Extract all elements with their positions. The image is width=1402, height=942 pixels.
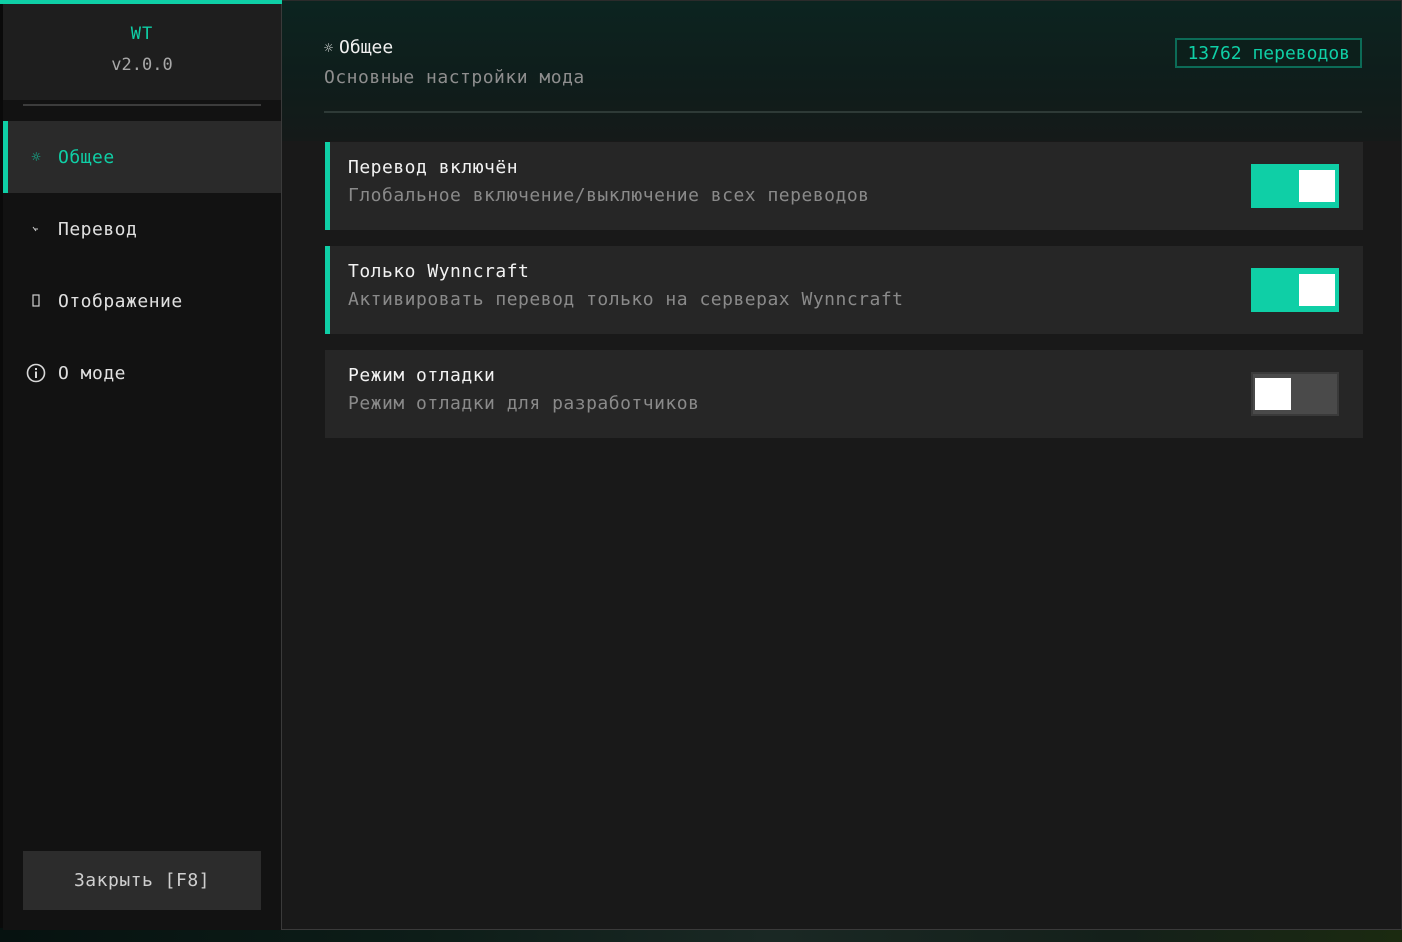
header-divider bbox=[324, 111, 1362, 113]
background-strip bbox=[0, 928, 1402, 942]
setting-description: Глобальное включение/выключение всех пер… bbox=[348, 185, 870, 206]
sidebar-divider bbox=[23, 104, 261, 106]
settings-window: WT v2.0.0 ☼ Общее Перевод Отображение О … bbox=[0, 0, 1402, 930]
debug-mode-toggle[interactable] bbox=[1251, 372, 1339, 416]
setting-wynncraft-only: Только Wynncraft Активировать перевод то… bbox=[325, 246, 1363, 334]
wynncraft-only-toggle[interactable] bbox=[1251, 268, 1339, 312]
translation-count-badge: 13762 переводов bbox=[1175, 38, 1362, 68]
sidebar-top-accent bbox=[0, 0, 282, 4]
gear-icon: ☼ bbox=[31, 148, 41, 166]
setting-description: Режим отладки для разработчиков bbox=[348, 393, 700, 414]
gear-icon: ☼ bbox=[324, 38, 334, 57]
page-subtitle: Основные настройки мода bbox=[324, 67, 585, 88]
enabled-accent bbox=[325, 246, 330, 334]
setting-description: Активировать перевод только на серверах … bbox=[348, 289, 904, 310]
main-panel: ☼ Общее Основные настройки мода 13762 пе… bbox=[282, 0, 1402, 930]
setting-title: Режим отладки bbox=[348, 365, 496, 386]
translate-icon bbox=[25, 218, 47, 240]
active-indicator bbox=[3, 121, 8, 193]
sidebar-item-about[interactable]: О моде bbox=[3, 337, 281, 409]
sidebar-item-label: О моде bbox=[58, 362, 127, 384]
sidebar-item-label: Перевод bbox=[58, 218, 138, 240]
page-header: ☼ Общее Основные настройки мода 13762 пе… bbox=[282, 1, 1401, 141]
toggle-knob bbox=[1299, 274, 1335, 306]
display-icon bbox=[25, 290, 47, 312]
sidebar-item-display[interactable]: Отображение bbox=[3, 265, 281, 337]
app-logo: WT bbox=[130, 24, 154, 44]
sidebar-header: WT v2.0.0 bbox=[3, 4, 281, 100]
info-icon bbox=[25, 362, 47, 384]
sidebar-item-label: Общее bbox=[58, 146, 115, 168]
setting-translation-enabled: Перевод включён Глобальное включение/вык… bbox=[325, 142, 1363, 230]
close-button[interactable]: Закрыть [F8] bbox=[23, 851, 261, 910]
sidebar-item-translation[interactable]: Перевод bbox=[3, 193, 281, 265]
enabled-accent bbox=[325, 142, 330, 230]
page-title-text: Общее bbox=[339, 37, 394, 58]
sidebar-item-label: Отображение bbox=[58, 290, 183, 312]
setting-title: Только Wynncraft bbox=[348, 261, 530, 282]
page-title: ☼ Общее bbox=[324, 37, 393, 58]
app-version: v2.0.0 bbox=[111, 55, 173, 75]
sidebar: WT v2.0.0 ☼ Общее Перевод Отображение О … bbox=[3, 0, 282, 930]
setting-debug-mode: Режим отладки Режим отладки для разработ… bbox=[325, 350, 1363, 438]
translation-enabled-toggle[interactable] bbox=[1251, 164, 1339, 208]
sidebar-item-general[interactable]: ☼ Общее bbox=[3, 121, 281, 193]
setting-title: Перевод включён bbox=[348, 157, 519, 178]
toggle-knob bbox=[1255, 378, 1291, 410]
toggle-knob bbox=[1299, 170, 1335, 202]
